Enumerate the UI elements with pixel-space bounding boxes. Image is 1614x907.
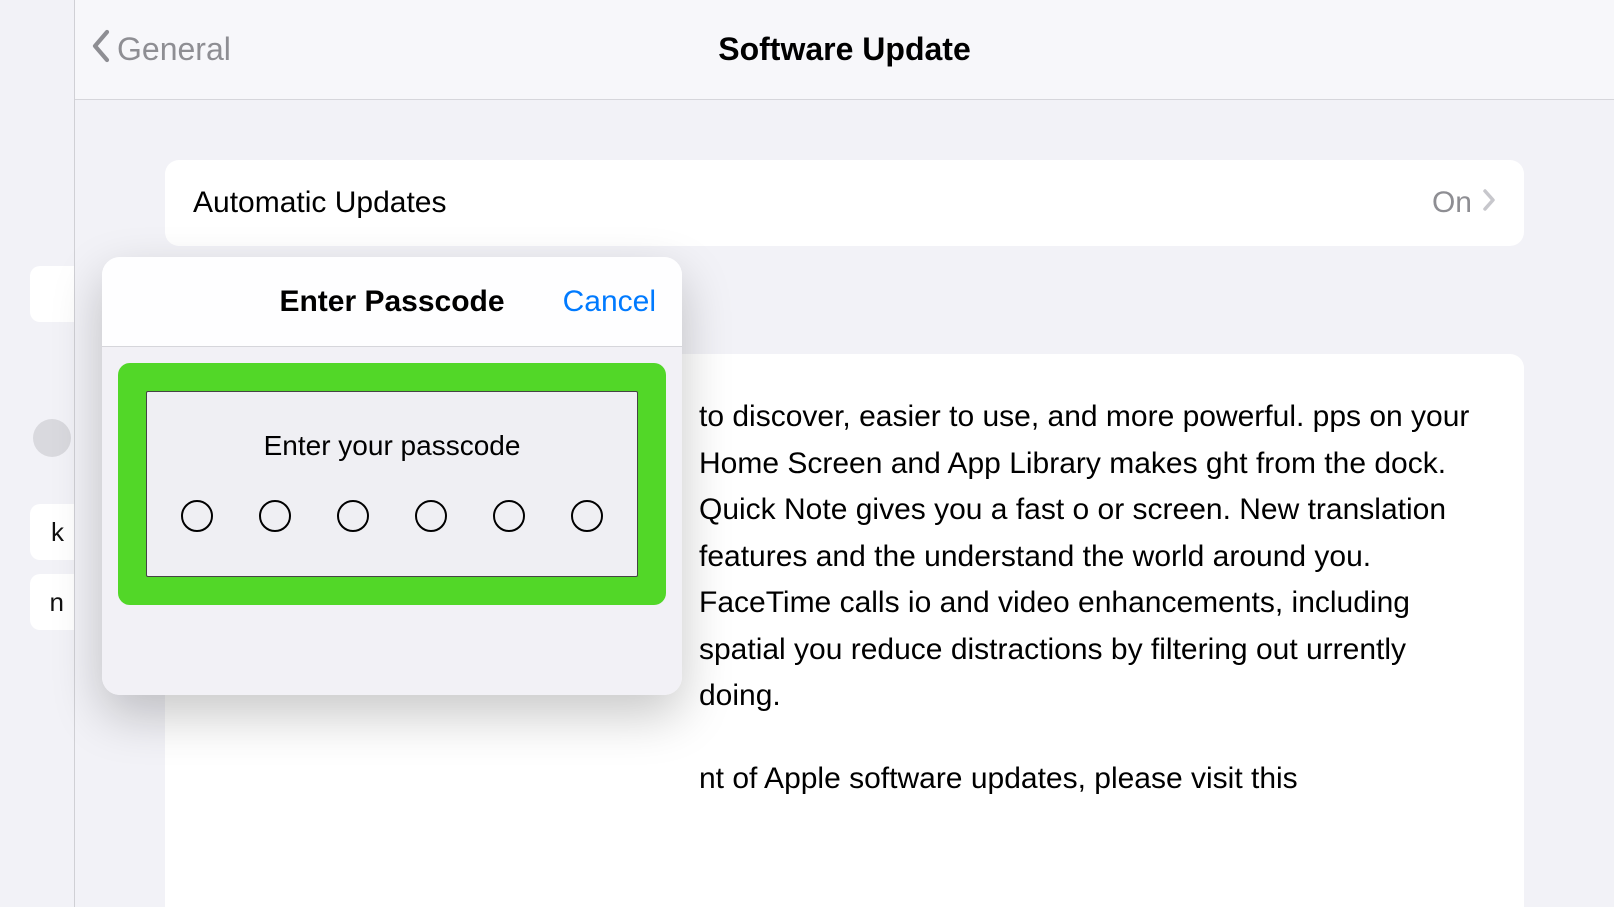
sidebar-item-label-fragment: n — [50, 587, 64, 618]
sidebar-item-peek[interactable] — [30, 266, 74, 322]
automatic-updates-label: Automatic Updates — [193, 186, 446, 220]
passcode-dots — [181, 500, 603, 532]
passcode-dot — [415, 500, 447, 532]
chevron-right-icon — [1482, 186, 1496, 220]
popover-title: Enter Passcode — [279, 285, 504, 319]
automatic-updates-value: On — [1432, 186, 1472, 220]
passcode-dot — [571, 500, 603, 532]
passcode-dot — [337, 500, 369, 532]
enter-passcode-popover: Enter Passcode Cancel Enter your passcod… — [102, 257, 682, 695]
sidebar-item-peek[interactable]: n — [30, 574, 74, 630]
sidebar-item-peek[interactable] — [30, 410, 74, 466]
chevron-left-icon — [91, 29, 111, 71]
popover-header: Enter Passcode Cancel — [102, 257, 682, 347]
highlight-frame: Enter your passcode — [118, 363, 666, 605]
navigation-bar: General Software Update — [75, 0, 1614, 100]
automatic-updates-value-group: On — [1432, 186, 1496, 220]
settings-software-update-screen: k n General Software Update Automatic Up… — [0, 0, 1614, 907]
passcode-dot — [181, 500, 213, 532]
cancel-button[interactable]: Cancel — [563, 285, 656, 319]
passcode-dot — [493, 500, 525, 532]
sidebar-item-label-fragment: k — [51, 517, 64, 548]
back-button-label: General — [117, 31, 231, 68]
sidebar-item-peek[interactable]: k — [30, 504, 74, 560]
page-title: Software Update — [718, 31, 970, 68]
back-button[interactable]: General — [91, 29, 231, 71]
passcode-dot — [259, 500, 291, 532]
popover-body: Enter your passcode — [102, 347, 682, 695]
passcode-prompt: Enter your passcode — [264, 430, 521, 462]
settings-sidebar-sliver: k n — [0, 0, 75, 907]
passcode-panel[interactable]: Enter your passcode — [146, 391, 638, 577]
release-notes-paragraph: nt of Apple software updates, please vis… — [209, 756, 1480, 803]
sidebar-avatar-icon — [33, 419, 71, 457]
automatic-updates-row[interactable]: Automatic Updates On — [165, 160, 1524, 246]
